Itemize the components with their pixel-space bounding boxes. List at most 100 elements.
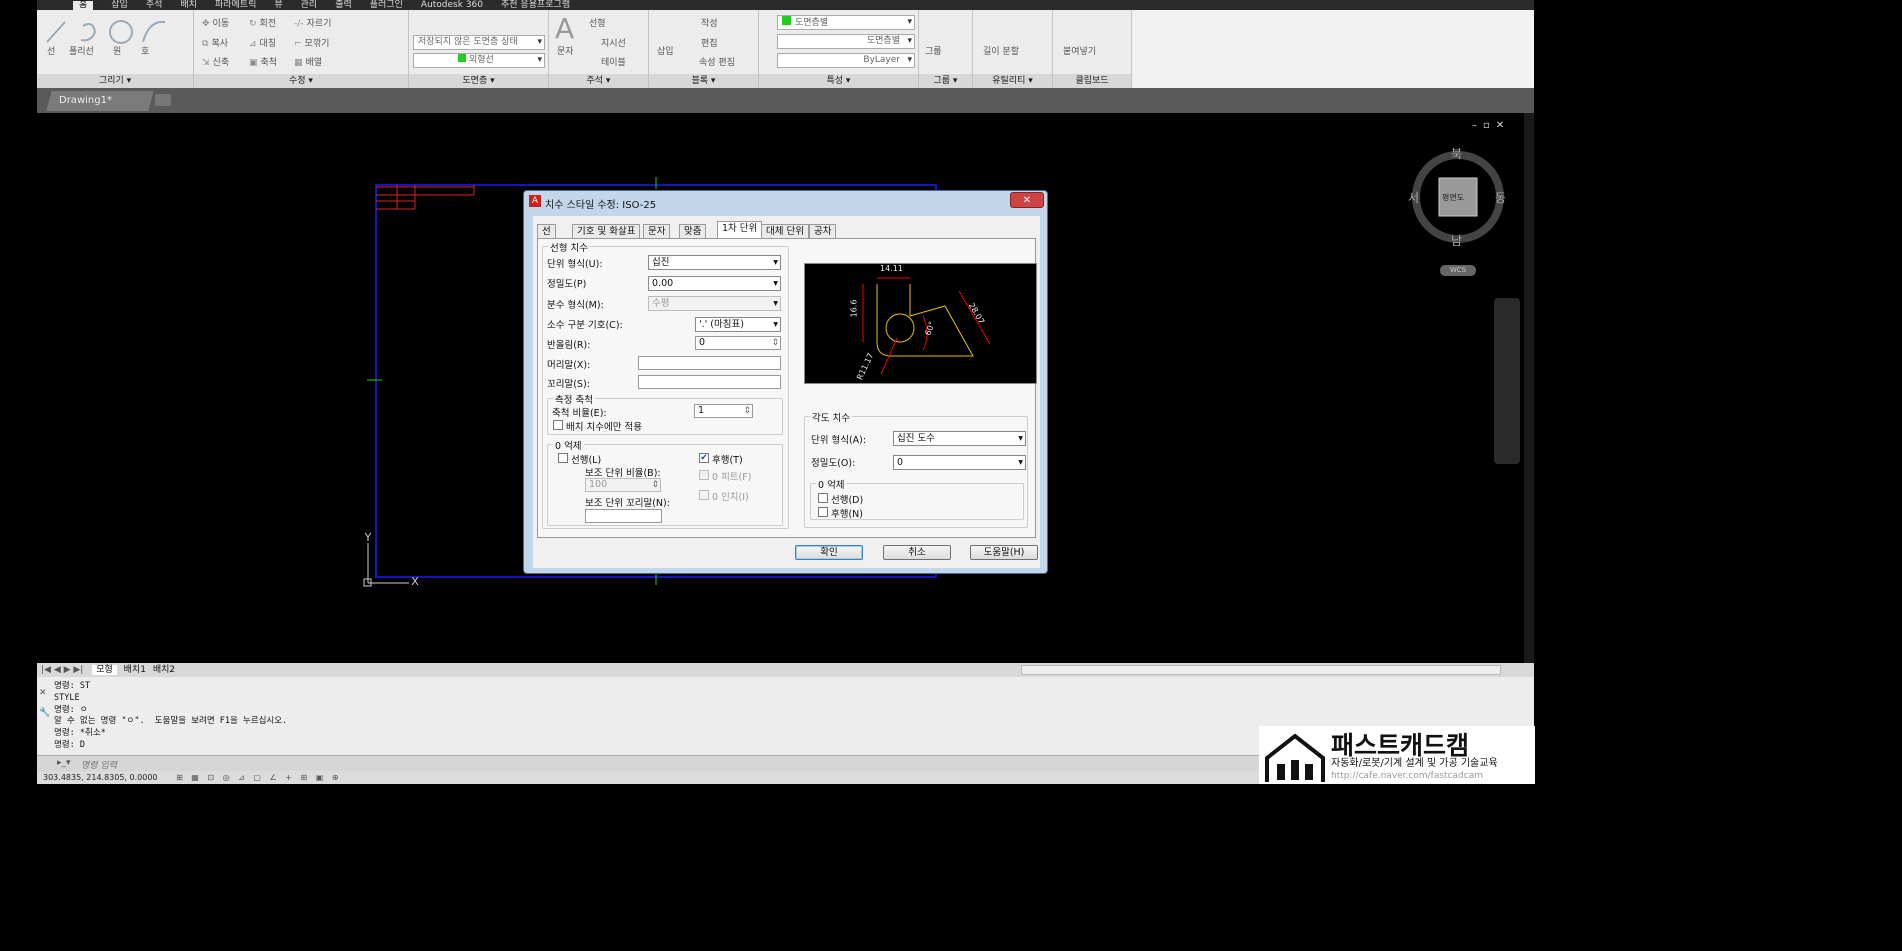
zero-inches-checkbox[interactable] [699,490,709,500]
lineweight-combo[interactable]: ByLayer [777,53,915,68]
create-block-tool[interactable]: 작성 [701,16,718,29]
tab-lines[interactable]: 선 [537,224,556,238]
navigation-bar[interactable] [1494,298,1520,464]
layout-nav-arrows[interactable]: |◀ ◀ ▶ ▶| [41,665,83,675]
copy-tool[interactable]: ⧉ 복사 [202,36,228,49]
prefix-input[interactable] [638,356,781,370]
fillet-tool[interactable]: ⌐ 모깎기 [294,36,329,49]
tab-primary-units[interactable]: 1차 단위 [717,221,763,239]
close-command-icon[interactable]: ✕ [39,688,47,698]
linear-dim-tool[interactable]: 선형 [589,16,606,29]
viewcube-east[interactable]: 동 [1495,189,1506,206]
viewport-window-controls[interactable]: –▫✕ [1472,120,1510,131]
mirror-tool[interactable]: ⊿ 대칭 [249,36,276,49]
edit-attribute-tool[interactable]: 속성 편집 [699,55,735,68]
ribbon-tab-apps[interactable]: 추천 응용프로그램 [501,1,570,10]
wrench-icon[interactable]: 🔧 [39,708,50,718]
round-off-input[interactable]: 0 [695,336,781,350]
vertical-scrollbar[interactable] [1524,113,1534,663]
trailing-checkbox[interactable]: ✔ [699,453,709,463]
layer-combo[interactable]: 외형선 [413,53,545,68]
annotation-panel-title[interactable]: 주석 ▾ [549,74,648,88]
unit-format-select[interactable]: 십진 [648,255,781,270]
ribbon-tab-annotate[interactable]: 주석 [146,1,163,10]
tab-drawing1[interactable]: Drawing1*✕ [46,91,154,126]
edit-block-tool[interactable]: 편집 [701,36,718,49]
ribbon-tab-layout[interactable]: 배치 [180,1,197,10]
properties-panel-title[interactable]: 특성 ▾ [759,74,918,88]
new-tab-icon[interactable] [155,94,171,106]
linetype-combo[interactable]: 도면층별 [777,34,915,49]
rotate-tool[interactable]: ↻ 회전 [249,16,276,29]
ribbon-tab-parametric[interactable]: 파라메트릭 [215,1,256,10]
angular-trailing-checkbox[interactable] [818,507,828,517]
tab-symbols-arrows[interactable]: 기호 및 화살표 [572,224,641,238]
leading-checkbox[interactable] [558,453,568,463]
array-tool[interactable]: ▦ 배열 [294,55,322,68]
circle-tool[interactable]: 원 [113,44,121,57]
color-combo[interactable]: 도면층별 [777,15,915,30]
viewcube-south[interactable]: 남 [1451,232,1462,249]
layer-state-combo[interactable]: 저장되지 않은 도면층 상태 [413,35,545,50]
table-tool[interactable]: 테이블 [601,55,626,68]
dialog-close-button[interactable]: ✕ [1010,192,1044,208]
viewcube-north[interactable]: 북 [1451,145,1462,162]
scale-factor-input[interactable]: 1 [694,404,753,418]
paste-tool[interactable]: 붙여넣기 [1063,44,1096,57]
drafting-toggles[interactable]: ⊞ ▦ ⊡ ◎ ⊿ ▢ ∠ + ⊞ ▣ ⊕ [176,773,341,782]
block-panel-title[interactable]: 블록 ▾ [649,74,758,88]
leader-tool[interactable]: 지시선 [601,36,626,49]
cancel-button[interactable]: 취소 [883,545,951,560]
angular-leading-checkbox[interactable] [818,493,828,503]
decimal-separator-select[interactable]: '.' (마침표) [695,317,781,332]
ribbon-tab-insert[interactable]: 삽입 [111,1,128,10]
layout-only-checkbox[interactable] [553,420,563,430]
insert-tool[interactable]: 삽입 [657,44,674,57]
layers-panel-title[interactable]: 도면층 ▾ [409,74,548,88]
ribbon-tab-autodesk360[interactable]: Autodesk 360 [421,1,483,10]
ribbon-tab-home[interactable]: 홈 [73,1,94,10]
tab-model[interactable]: 모형 [92,665,117,675]
wcs-menu[interactable]: WCS [1440,265,1476,276]
move-tool[interactable]: ✥ 이동 [202,16,229,29]
horizontal-scrollbar[interactable] [1021,665,1501,675]
viewcube[interactable]: 북 남 서 동 평면도 WCS [1408,143,1512,283]
angular-unit-format-select[interactable]: 십진 도수 [893,431,1026,446]
viewcube-top-face[interactable]: 평면도 [1442,192,1464,203]
groups-panel-title[interactable]: 그룹 ▾ [919,74,972,88]
arc-tool[interactable]: 호 [141,44,149,57]
polyline-tool[interactable]: 폴리선 [69,44,94,57]
tab-tolerances[interactable]: 공차 [809,224,837,238]
draw-panel-title[interactable]: 그리기 ▾ [37,74,193,88]
trim-tool[interactable]: -/- 자르기 [294,16,331,29]
text-tool[interactable]: 문자 [557,44,574,57]
utilities-panel-title[interactable]: 유틸리티 ▾ [973,74,1052,88]
tab-text[interactable]: 문자 [643,224,671,238]
ribbon-tab-view[interactable]: 뷰 [274,1,282,10]
help-button[interactable]: 도움말(H) [970,545,1038,560]
sub-units-suffix-input[interactable] [585,509,662,523]
ribbon-tab-plugins[interactable]: 플러그인 [370,1,403,10]
modify-panel-title[interactable]: 수정 ▾ [194,74,408,88]
tab-layout1[interactable]: 배치1 [124,665,146,675]
command-input[interactable]: 명령 입력 [81,758,117,771]
angular-precision-select[interactable]: 0 [893,455,1026,470]
measure-tool[interactable]: 길이 분할 [983,44,1019,57]
tab-alternate-units[interactable]: 대체 단위 [761,224,809,238]
suffix-input[interactable] [638,375,781,389]
viewcube-west[interactable]: 서 [1408,189,1419,206]
tab-layout2[interactable]: 배치2 [153,665,175,675]
scale-tool[interactable]: ▣ 축척 [249,55,277,68]
sub-units-factor-input[interactable]: 100 [585,478,661,492]
group-tool[interactable]: 그룹 [925,44,942,57]
fraction-format-select[interactable]: 수평 [648,296,781,311]
stretch-tool[interactable]: ⇲ 신축 [202,55,229,68]
precision-select[interactable]: 0.00 [648,276,781,291]
line-tool[interactable]: 선 [47,44,55,57]
ribbon-tab-manage[interactable]: 관리 [301,1,318,10]
ok-button[interactable]: 확인 [795,545,863,560]
tab-fit[interactable]: 맞춤 [679,224,707,238]
zero-feet-checkbox[interactable] [699,470,709,480]
ribbon-tab-output[interactable]: 출력 [335,1,352,10]
preview-label-top: 14.11 [880,264,903,273]
